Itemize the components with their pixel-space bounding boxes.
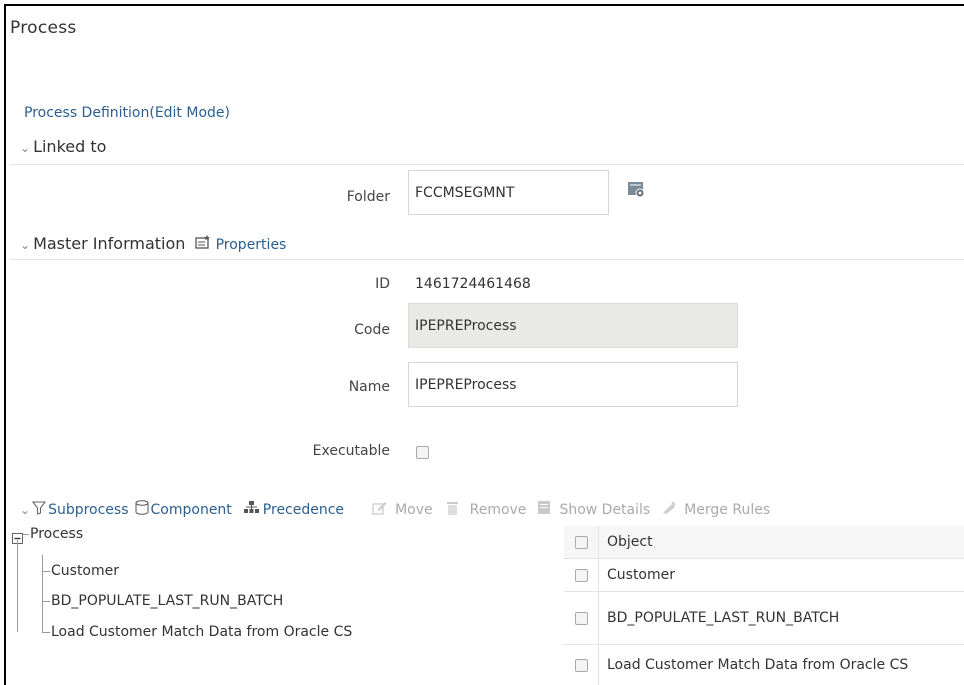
code-value: IPEPREProcess [415,317,517,334]
code-field: IPEPREProcess [408,303,738,348]
merge-rules-icon [662,501,676,518]
linked-to-label: Linked to [33,137,107,156]
row-checkbox[interactable] [575,569,588,582]
tree-line [42,571,50,572]
component-icon [135,500,149,519]
trash-icon [446,501,458,519]
name-label: Name [348,379,390,395]
toolbar: ⌄ Subprocess Component Precedence Move R… [20,500,770,519]
page-title: Process [10,18,77,38]
divider [10,259,964,260]
precedence-button[interactable]: Precedence [263,502,344,518]
process-window: Process Process Definition(Edit Mode) ⌄ L… [4,4,964,685]
tree-line [23,534,29,535]
id-value: 1461724461468 [415,276,531,292]
move-button[interactable]: Move [395,502,433,518]
precedence-icon [243,501,259,518]
table-row[interactable]: BD_POPULATE_LAST_RUN_BATCH [564,592,964,645]
tree-node-item[interactable]: BD_POPULATE_LAST_RUN_BATCH [51,593,283,609]
linked-to-section-header[interactable]: ⌄ Linked to [20,137,106,156]
process-definition-title: Process Definition(Edit Mode) [24,105,230,121]
master-information-section-header[interactable]: ⌄ Master Information Properties [20,234,286,253]
folder-value: FCCMSEGMNT [415,184,515,201]
table-row[interactable]: Customer [564,559,964,592]
row-checkbox[interactable] [575,612,588,625]
tree-line [42,601,50,602]
chevron-down-icon[interactable]: ⌄ [20,503,30,517]
executable-label: Executable [312,443,390,459]
filter-icon [31,500,47,519]
tree-node-process[interactable]: Process [30,526,83,542]
folder-browse-icon[interactable] [628,182,646,202]
table-row[interactable]: Load Customer Match Data from Oracle CS [564,645,964,685]
master-information-label: Master Information [33,234,186,253]
tree-line [42,555,43,632]
properties-icon[interactable] [194,234,216,253]
row-object: BD_POPULATE_LAST_RUN_BATCH [607,610,840,626]
grid-header-checkbox-cell [564,526,599,558]
executable-checkbox[interactable] [416,446,429,459]
row-checkbox-cell [564,592,599,644]
grid-header-row: Object [564,526,964,559]
row-checkbox[interactable] [575,659,588,672]
edit-icon [372,501,387,519]
tree-line [42,632,50,633]
row-checkbox-cell [564,645,599,685]
grid-header-object[interactable]: Object [607,534,653,550]
properties-link[interactable]: Properties [216,237,287,253]
tree-line [17,540,18,632]
row-object: Customer [607,567,676,583]
divider [10,164,964,165]
subprocess-button[interactable]: Subprocess [48,502,128,518]
show-details-button[interactable]: Show Details [559,502,650,518]
remove-button[interactable]: Remove [470,502,527,518]
id-label: ID [375,276,390,292]
name-field[interactable]: IPEPREProcess [408,362,738,407]
folder-field[interactable]: FCCMSEGMNT [408,170,609,215]
show-details-icon [538,501,551,518]
select-all-checkbox[interactable] [575,536,588,549]
name-value: IPEPREProcess [415,376,517,393]
chevron-down-icon: ⌄ [20,238,31,252]
row-object: Load Customer Match Data from Oracle CS [607,657,909,673]
folder-label: Folder [346,189,390,205]
row-checkbox-cell [564,559,599,591]
code-label: Code [354,322,390,338]
component-button[interactable]: Component [151,502,232,518]
tree-node-item[interactable]: Customer [51,563,119,579]
chevron-down-icon: ⌄ [20,141,31,155]
tree-node-item[interactable]: Load Customer Match Data from Oracle CS [51,624,352,640]
merge-rules-button[interactable]: Merge Rules [684,502,770,518]
